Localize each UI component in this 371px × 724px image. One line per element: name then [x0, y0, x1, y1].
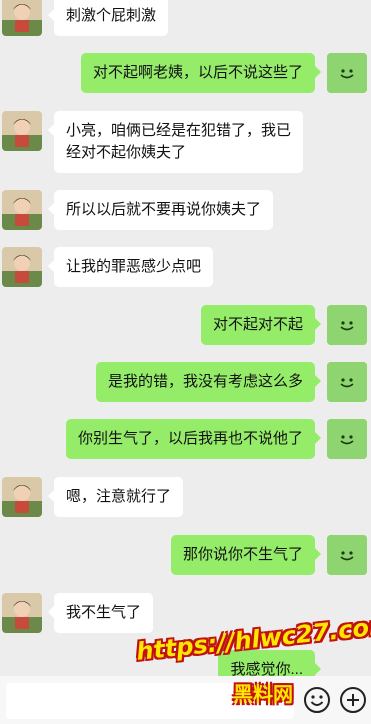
contact-avatar[interactable] — [2, 190, 42, 230]
message-bubble[interactable]: 我不生气了 — [47, 593, 154, 633]
message-row: 小亮，咱俩已经是在犯错了，我已 经对不起你姨夫了 — [0, 111, 371, 173]
message-bubble[interactable]: 那你说你不生气了 — [170, 535, 322, 575]
message-bubble[interactable]: 所以以后就不要再说你姨夫了 — [47, 190, 274, 230]
message-bubble[interactable]: 嗯，注意就行了 — [47, 477, 184, 517]
chat-area[interactable]: 刺激个屁刺激 对不起啊老姨，以后不说这些了 小亮，咱俩已经是在犯错了，我已 经对… — [0, 0, 371, 724]
my-avatar[interactable] — [327, 535, 367, 575]
add-icon[interactable] — [339, 686, 367, 714]
my-avatar[interactable] — [327, 419, 367, 459]
my-avatar[interactable] — [327, 53, 367, 93]
message-bubble[interactable]: 是我的错，我没有考虑这么多 — [95, 362, 322, 402]
message-bubble[interactable]: 让我的罪恶感少点吧 — [47, 247, 214, 287]
contact-avatar[interactable] — [2, 0, 42, 36]
emoji-icon[interactable] — [303, 686, 331, 714]
input-bar — [0, 676, 371, 724]
my-avatar[interactable] — [327, 305, 367, 345]
contact-avatar[interactable] — [2, 477, 42, 517]
contact-avatar[interactable] — [2, 247, 42, 287]
contact-avatar[interactable] — [2, 593, 42, 633]
message-row: 对不起对不起 — [0, 305, 371, 345]
message-bubble[interactable]: 小亮，咱俩已经是在犯错了，我已 经对不起你姨夫了 — [47, 111, 304, 173]
message-row: 对不起啊老姨，以后不说这些了 — [0, 53, 371, 93]
message-bubble[interactable]: 你别生气了，以后我再也不说他了 — [65, 419, 322, 459]
message-row: 我不生气了 — [0, 593, 371, 633]
message-row: 嗯，注意就行了 — [0, 477, 371, 517]
message-row: 所以以后就不要再说你姨夫了 — [0, 190, 371, 230]
message-row: 那你说你不生气了 — [0, 535, 371, 575]
message-row: 让我的罪恶感少点吧 — [0, 247, 371, 287]
message-input[interactable] — [6, 683, 294, 719]
contact-avatar[interactable] — [2, 111, 42, 151]
message-row: 是我的错，我没有考虑这么多 — [0, 362, 371, 402]
message-bubble[interactable]: 对不起对不起 — [200, 305, 322, 345]
message-bubble[interactable]: 对不起啊老姨，以后不说这些了 — [80, 53, 322, 93]
message-row: 你别生气了，以后我再也不说他了 — [0, 419, 371, 459]
message-bubble[interactable]: 刺激个屁刺激 — [47, 0, 169, 36]
message-row: 刺激个屁刺激 — [0, 0, 371, 36]
my-avatar[interactable] — [327, 362, 367, 402]
